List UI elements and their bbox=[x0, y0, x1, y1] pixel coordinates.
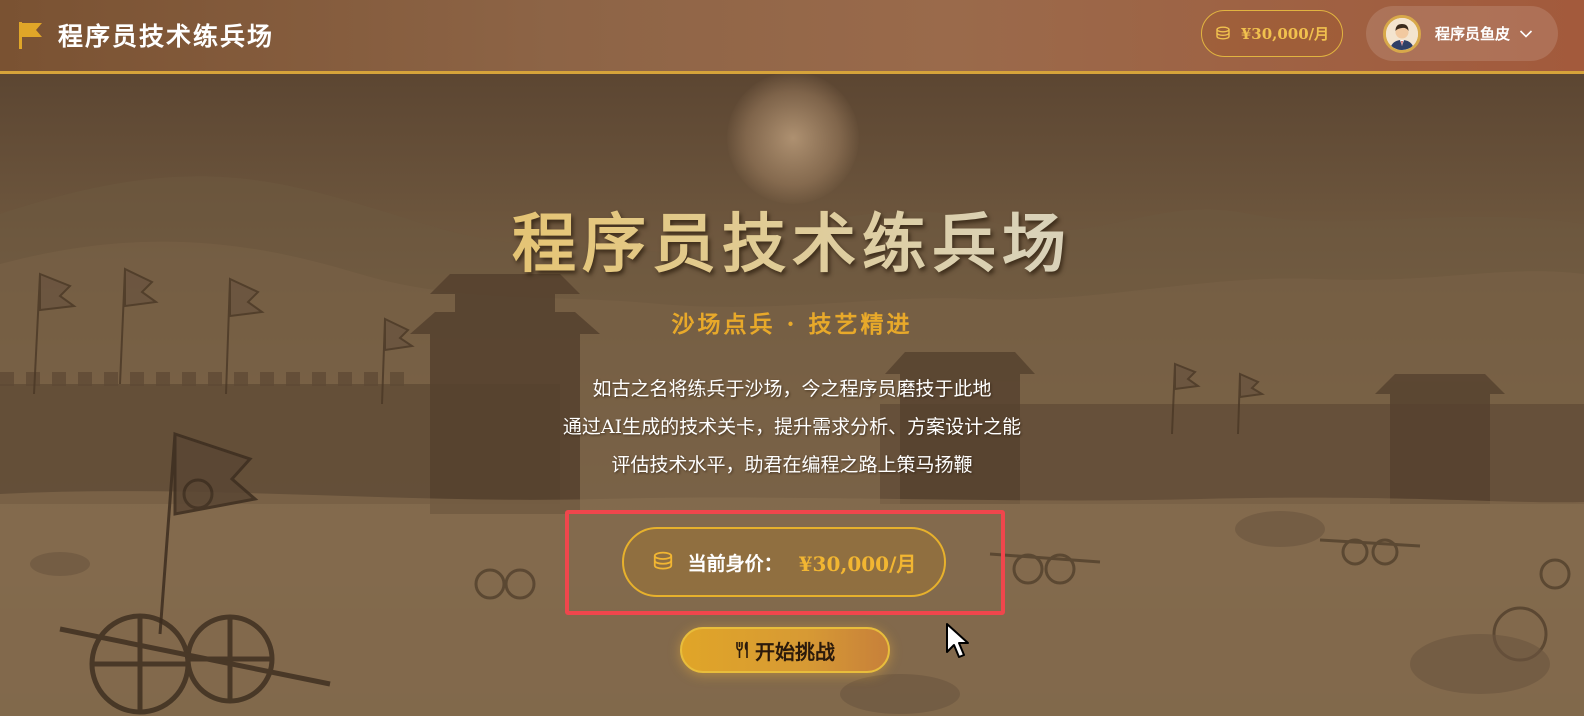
chevron-down-icon bbox=[1519, 29, 1533, 38]
start-challenge-button[interactable]: 开始挑战 bbox=[680, 627, 890, 673]
current-worth-value: ¥30,000/月 bbox=[798, 551, 917, 576]
brand[interactable]: 程序员技术练兵场 bbox=[18, 17, 274, 53]
hero-description-line: 通过AI生成的技术关卡，提升需求分析、方案设计之能 bbox=[562, 416, 1022, 438]
user-name: 程序员鱼皮 bbox=[1435, 25, 1511, 43]
hero-title: 程序员技术练兵场 bbox=[0, 193, 1584, 285]
brand-title: 程序员技术练兵场 bbox=[58, 22, 275, 51]
salary-badge[interactable]: ¥30,000/月 bbox=[1201, 10, 1343, 57]
hero-description-line: 如古之名将练兵于沙场，今之程序员磨技于此地 bbox=[592, 378, 992, 400]
avatar-icon bbox=[1386, 17, 1418, 50]
fork-knife-icon bbox=[736, 641, 748, 658]
salary-badge-value: ¥30,000/月 bbox=[1240, 25, 1330, 43]
avatar bbox=[1383, 14, 1421, 53]
hero-description-line: 评估技术水平，助君在编程之路上策马扬鞭 bbox=[611, 454, 973, 476]
flag-icon bbox=[19, 22, 42, 49]
coin-stack-icon bbox=[1216, 26, 1230, 40]
current-worth-card: 当前身价： ¥30,000/月 bbox=[622, 527, 946, 597]
coin-stack-icon bbox=[653, 551, 672, 570]
current-worth-label: 当前身价： bbox=[687, 552, 783, 575]
hero-description: 如古之名将练兵于沙场，今之程序员磨技于此地 通过AI生成的技术关卡，提升需求分析… bbox=[0, 370, 1584, 484]
start-challenge-label: 开始挑战 bbox=[755, 641, 835, 664]
user-menu[interactable]: 程序员鱼皮 bbox=[1366, 6, 1558, 61]
mouse-cursor-icon bbox=[946, 623, 969, 658]
hero-subtitle: 沙场点兵 · 技艺精进 bbox=[671, 311, 913, 338]
top-nav-bar: 程序员技术练兵场 ¥30,000/月 程序员鱼皮 bbox=[0, 0, 1584, 74]
